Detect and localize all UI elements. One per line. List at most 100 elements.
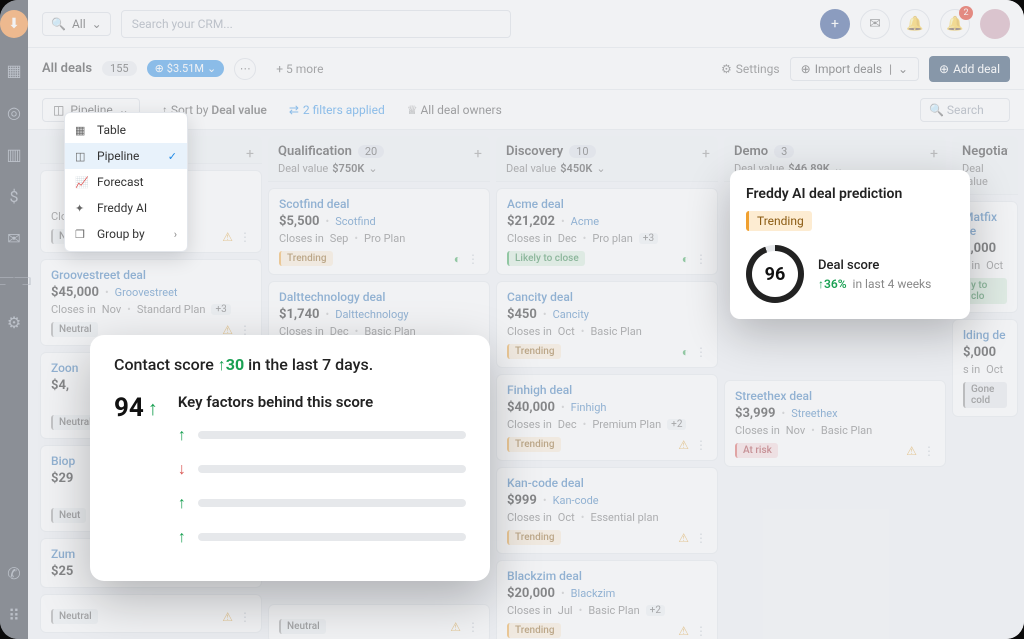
reports-icon[interactable]: ⫍⫎	[4, 270, 24, 290]
deal-count-pill: 155	[102, 61, 137, 76]
deal-account: Groovestreet	[115, 286, 178, 299]
more-link[interactable]: + 5 more	[276, 62, 323, 76]
more-icon[interactable]: ⋮	[239, 610, 251, 624]
more-icon[interactable]: ⋮	[467, 620, 479, 634]
import-deals-button[interactable]: ⊕ Import deals | ⌄	[790, 57, 919, 81]
contact-score-popover: Contact score ↑30 in the last 7 days. 94…	[90, 335, 490, 581]
more-icon[interactable]: ⋮	[695, 531, 707, 545]
deal-name: Streethex deal	[735, 389, 935, 403]
deal-name: Groovestreet deal	[51, 268, 251, 282]
deal-name: Dalttechnology deal	[279, 290, 479, 304]
arrow-up-icon: ↑	[148, 396, 158, 421]
deal-card[interactable]: Kan-code deal $999•Kan-code Closes in Oc…	[496, 467, 718, 554]
quick-add-button[interactable]: +	[820, 9, 850, 39]
arrow-up-icon: ↑	[178, 527, 186, 547]
more-icon[interactable]: ⋮	[695, 252, 707, 266]
arrow-down-icon: ↓	[178, 459, 186, 479]
more-options-button[interactable]: ⋯	[234, 58, 256, 80]
gear-icon: ⚙	[721, 62, 732, 76]
deal-card[interactable]: Streethex deal $3,999•Streethex Closes i…	[724, 380, 946, 467]
chevron-down-icon[interactable]: ⌄	[596, 162, 605, 175]
tag-neutral: Neutral	[51, 609, 98, 624]
add-card-icon[interactable]: +	[474, 146, 482, 162]
brand-logo[interactable]: ⬇	[0, 10, 28, 38]
more-icon[interactable]: ⋮	[695, 438, 707, 452]
chevron-down-icon[interactable]: ⌄	[368, 162, 377, 175]
add-card-icon[interactable]: +	[930, 146, 938, 162]
freddy-prediction-popover: Freddy AI deal prediction Trending 96 De…	[730, 170, 970, 319]
deal-card[interactable]: Groovestreet deal $45,000•Groovestreet C…	[40, 259, 262, 346]
board-search-input[interactable]: 🔍 Search	[920, 98, 1010, 122]
deals-icon[interactable]: $	[4, 186, 24, 206]
kanban-column-discovery: Discovery10 Deal value $450K ⌄ + Acme de…	[496, 130, 718, 639]
deal-card[interactable]: Acme deal $21,202•Acme Closes in Dec•Pro…	[496, 188, 718, 275]
add-deal-button[interactable]: ⊕ Add deal	[929, 56, 1010, 82]
freddy-score-value: 96	[765, 264, 786, 285]
deal-amount-pill[interactable]: ⊕ $3.51M ⌄	[147, 60, 225, 77]
phone-icon[interactable]: ✆	[4, 563, 24, 583]
pipeline-icon: ◫	[53, 103, 64, 117]
deal-amount: $29	[51, 471, 73, 486]
stage-name: Demo	[734, 144, 768, 159]
scope-selector[interactable]: 🔍 All ⌄	[42, 12, 111, 36]
topbar: 🔍 All ⌄ Search your CRM... + ✉ 🔔 🔔2	[28, 0, 1024, 48]
notifications-button[interactable]: 🔔	[900, 9, 930, 39]
tag-atrisk: At risk	[735, 443, 778, 458]
more-icon[interactable]: ⋮	[923, 444, 935, 458]
deal-name: Acme deal	[507, 197, 707, 211]
deal-card[interactable]: Blackzim deal $20,000•Blackzim Closes in…	[496, 560, 718, 639]
more-icon[interactable]: ⋮	[467, 252, 479, 266]
deal-name: Cancity deal	[507, 290, 707, 304]
dashboard-icon[interactable]: ▦	[4, 60, 24, 80]
filter-icon: ⇄	[289, 103, 299, 117]
deal-name: Scotfind deal	[279, 197, 479, 211]
arrow-up-icon: ↑	[178, 425, 186, 445]
contacts-icon[interactable]: ◎	[4, 102, 24, 122]
tag-gonecold: Gone cold	[963, 382, 1007, 408]
stage-name: Negotiation	[962, 144, 1008, 159]
filters-button[interactable]: ⇄ 2 filters applied	[289, 103, 385, 117]
warning-icon: ⚠	[222, 230, 233, 244]
dropdown-item-table[interactable]: ▦Table	[65, 117, 187, 143]
apps-icon[interactable]: ⠿	[4, 605, 24, 625]
alerts-button[interactable]: 🔔2	[940, 9, 970, 39]
dropdown-item-freddy[interactable]: ✦Freddy AI	[65, 195, 187, 221]
column-header: Discovery10 Deal value $450K ⌄ +	[496, 136, 718, 182]
deal-card[interactable]: Neutral ⚠ ⋮	[40, 594, 262, 633]
warning-icon: ⚠	[678, 438, 689, 452]
ok-icon: ◐	[682, 345, 689, 359]
tag-trending: Trending	[507, 344, 561, 359]
settings-icon[interactable]: ⚙	[4, 312, 24, 332]
dropdown-item-groupby[interactable]: ❐Group by›	[65, 221, 187, 247]
dropdown-item-pipeline[interactable]: ◫Pipeline✓	[65, 143, 187, 169]
deal-card[interactable]: Neutral⚠⋮	[268, 604, 490, 639]
warning-icon: ⚠	[222, 610, 233, 624]
group-icon: ❐	[75, 228, 89, 241]
accounts-icon[interactable]: ▥	[4, 144, 24, 164]
notification-badge: 2	[959, 6, 973, 20]
factor-row: ↑	[178, 527, 466, 547]
owner-icon: ♕	[407, 103, 418, 117]
mail-icon[interactable]: ✉	[4, 228, 24, 248]
owners-button[interactable]: ♕ All deal owners	[407, 103, 502, 117]
deal-card[interactable]: Finhigh deal $40,000•Finhigh Closes in D…	[496, 374, 718, 461]
user-avatar[interactable]	[980, 9, 1010, 39]
deal-card[interactable]: Cancity deal $450•Cancity Closes in Oct•…	[496, 281, 718, 368]
add-card-icon[interactable]: +	[702, 146, 710, 162]
settings-link[interactable]: ⚙ Settings	[721, 62, 780, 76]
more-icon[interactable]: ⋮	[239, 230, 251, 244]
score-ring: 96	[746, 245, 804, 303]
ok-icon: ◐	[682, 252, 689, 266]
add-card-icon[interactable]: +	[246, 146, 254, 162]
factors-title: Key factors behind this score	[178, 393, 466, 411]
more-icon[interactable]: ⋮	[695, 624, 707, 638]
global-search-input[interactable]: Search your CRM...	[121, 10, 511, 38]
check-icon: ✓	[168, 150, 177, 163]
tag-neutral: Neutral	[51, 322, 98, 337]
mail-button[interactable]: ✉	[860, 9, 890, 39]
deal-card[interactable]: Scotfind deal $5,500•Scotfind Closes in …	[268, 188, 490, 275]
more-icon[interactable]: ⋮	[695, 345, 707, 359]
deal-card[interactable]: lding de $,000 s in Oct Gone cold	[952, 319, 1018, 417]
dropdown-item-forecast[interactable]: 📈Forecast	[65, 169, 187, 195]
pipeline-icon: ◫	[75, 150, 89, 163]
